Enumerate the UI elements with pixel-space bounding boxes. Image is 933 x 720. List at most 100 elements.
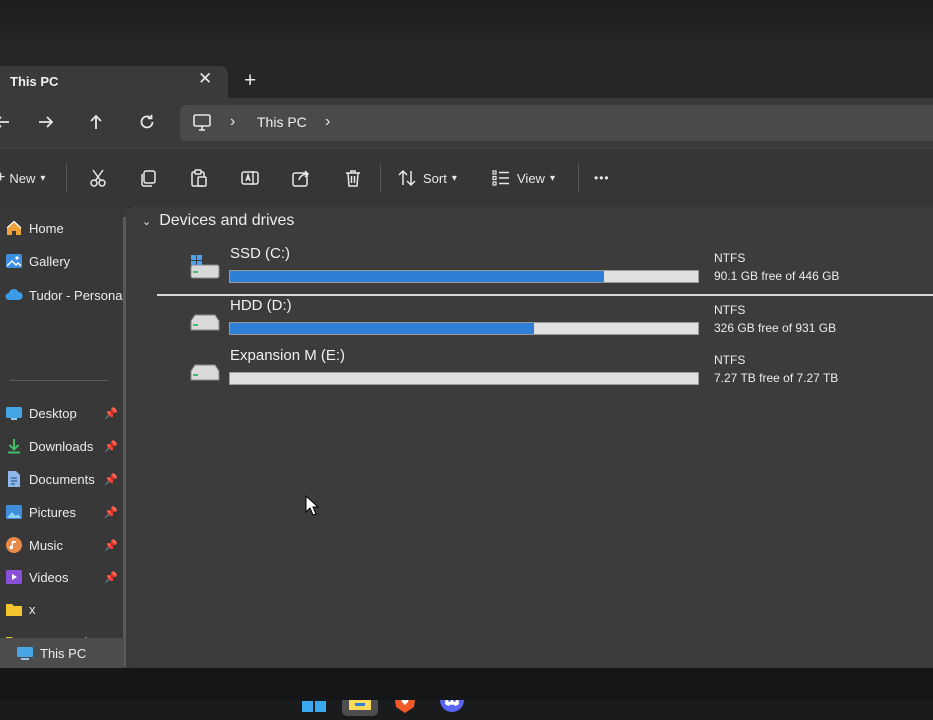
sidebar-item-onedrive[interactable]: Tudor - Persona xyxy=(0,282,126,308)
sidebar-item-pictures[interactable]: Pictures 📌 xyxy=(0,499,126,525)
plus-icon: + xyxy=(0,169,6,186)
selection-divider xyxy=(157,294,933,296)
sidebar-item-folder-x[interactable]: x xyxy=(0,596,126,622)
sidebar-item-videos[interactable]: Videos 📌 xyxy=(0,564,126,590)
sidebar-item-downloads[interactable]: Downloads 📌 xyxy=(0,433,126,459)
cloud-icon xyxy=(5,288,23,300)
mouse-cursor-icon xyxy=(305,495,319,516)
new-label: New xyxy=(9,170,36,186)
paste-button[interactable] xyxy=(189,165,209,191)
sidebar-item-label: Desktop xyxy=(29,405,77,421)
forward-arrow-icon[interactable] xyxy=(32,108,60,136)
view-button[interactable]: View ▾ xyxy=(491,165,555,191)
more-options-button[interactable]: ••• xyxy=(594,165,610,191)
drive-item-e[interactable]: Expansion M (E:) NTFS 7.27 TB free of 7.… xyxy=(187,347,932,397)
refresh-icon[interactable] xyxy=(133,108,161,136)
drive-name: SSD (C:) xyxy=(230,245,290,262)
this-pc-icon xyxy=(17,647,33,660)
section-title: Devices and drives xyxy=(159,212,295,229)
sidebar-item-label: Tudor - Persona xyxy=(29,287,123,303)
sidebar-item-label: Gallery xyxy=(29,253,71,269)
pin-icon[interactable]: 📌 xyxy=(104,506,118,519)
pin-icon[interactable]: 📌 xyxy=(104,407,118,420)
sidebar-item-label: Pictures xyxy=(29,504,76,520)
paste-icon xyxy=(191,169,207,187)
new-button[interactable]: + New ▾ xyxy=(0,165,45,191)
drive-item-d[interactable]: HDD (D:) NTFS 326 GB free of 931 GB xyxy=(187,297,932,347)
pin-icon[interactable]: 📌 xyxy=(104,571,118,584)
trash-icon xyxy=(346,170,360,187)
drive-usage-fill xyxy=(230,271,605,282)
drive-filesystem: NTFS xyxy=(714,251,746,265)
view-list-icon xyxy=(492,170,509,186)
view-label: View xyxy=(517,170,545,186)
close-tab-icon[interactable]: ✕ xyxy=(198,69,212,89)
pin-icon[interactable]: 📌 xyxy=(104,473,118,486)
hard-drive-icon xyxy=(190,364,220,381)
breadcrumb-chevron-icon[interactable]: › xyxy=(325,113,330,131)
breadcrumb-separator-icon[interactable]: › xyxy=(230,113,235,131)
command-bar: + New ▾ Sort ▾ View ▾ ••• xyxy=(0,148,933,208)
drive-usage-bar xyxy=(229,270,699,283)
delete-button[interactable] xyxy=(343,165,363,191)
folder-icon xyxy=(6,604,22,616)
address-row: › This PC › xyxy=(0,98,933,148)
drive-name: Expansion M (E:) xyxy=(230,347,346,364)
sidebar-item-home[interactable]: Home xyxy=(0,215,126,241)
sidebar-item-desktop[interactable]: Desktop 📌 xyxy=(0,400,126,426)
sidebar-item-label: x xyxy=(29,601,36,617)
sort-label: Sort xyxy=(423,170,447,186)
file-explorer-window: This PC ✕ + › This PC › + New ▾ Sort ▾ V… xyxy=(0,55,933,716)
home-icon xyxy=(6,220,22,235)
drive-filesystem: NTFS xyxy=(714,353,746,367)
pin-icon[interactable]: 📌 xyxy=(104,539,118,552)
desktop-icon xyxy=(6,407,22,420)
drive-filesystem: NTFS xyxy=(714,303,746,317)
content-pane: ⌄ Devices and drives SSD (C:) NTFS 90.1 … xyxy=(132,207,933,668)
sidebar-item-label: Videos xyxy=(29,569,69,585)
up-arrow-icon[interactable] xyxy=(82,108,110,136)
chevron-down-icon: ▾ xyxy=(40,172,46,184)
picture-icon xyxy=(6,505,22,519)
sidebar-scrollbar[interactable] xyxy=(123,217,126,667)
pin-icon[interactable]: 📌 xyxy=(104,440,118,453)
toolbar-divider xyxy=(66,163,67,193)
download-icon xyxy=(8,439,20,454)
drive-usage-bar xyxy=(229,322,699,335)
sidebar-item-label: Documents xyxy=(29,471,95,487)
rename-button[interactable] xyxy=(240,165,260,191)
share-icon xyxy=(292,170,310,187)
new-tab-icon[interactable]: + xyxy=(244,67,256,95)
share-button[interactable] xyxy=(291,165,311,191)
document-icon xyxy=(8,471,20,487)
this-pc-icon xyxy=(192,114,212,137)
monitor-bezel-bottom xyxy=(0,668,933,700)
copy-button[interactable] xyxy=(138,165,158,191)
cut-button[interactable] xyxy=(88,165,108,191)
music-icon xyxy=(6,537,22,553)
devices-and-drives-header[interactable]: ⌄ Devices and drives xyxy=(142,212,294,230)
toolbar-divider xyxy=(380,163,381,193)
sidebar-item-music[interactable]: Music 📌 xyxy=(0,532,126,558)
chevron-down-icon: ▾ xyxy=(549,172,555,184)
drive-usage-bar xyxy=(229,372,699,385)
tab-title: This PC xyxy=(10,74,59,89)
chevron-down-icon: ▾ xyxy=(451,172,457,184)
sidebar-divider xyxy=(10,380,108,381)
drive-free-space: 90.1 GB free of 446 GB xyxy=(714,269,840,283)
sidebar-item-documents[interactable]: Documents 📌 xyxy=(0,466,126,492)
sidebar-item-gallery[interactable]: Gallery xyxy=(0,248,126,274)
toolbar-divider xyxy=(578,163,579,193)
tab-this-pc[interactable]: This PC ✕ xyxy=(0,66,228,98)
address-bar[interactable]: › This PC › xyxy=(180,105,933,141)
breadcrumb-this-pc[interactable]: This PC xyxy=(257,114,307,130)
sort-button[interactable]: Sort ▾ xyxy=(397,165,457,191)
gallery-icon xyxy=(6,254,22,268)
drive-item-c[interactable]: SSD (C:) NTFS 90.1 GB free of 446 GB xyxy=(187,245,932,295)
drive-usage-fill xyxy=(230,323,535,334)
scissors-icon xyxy=(90,169,106,187)
sidebar-item-label: Home xyxy=(29,220,64,236)
back-arrow-icon[interactable] xyxy=(0,108,16,136)
sidebar-item-this-pc[interactable]: This PC xyxy=(0,638,124,668)
hard-drive-icon xyxy=(190,314,220,331)
